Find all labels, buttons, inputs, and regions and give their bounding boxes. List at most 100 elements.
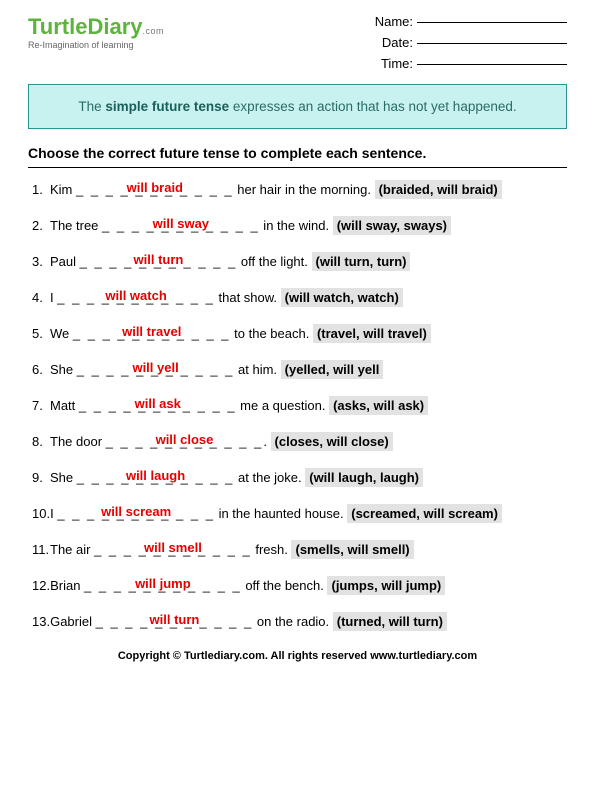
answer-choices: (will turn, turn): [312, 252, 411, 271]
instruction: Choose the correct future tense to compl…: [28, 145, 567, 161]
answer-blank[interactable]: _ _ _ _ _ _ _ _ _ _ _will braid: [76, 182, 234, 197]
question-number: 11.: [32, 542, 50, 557]
answer-blank[interactable]: _ _ _ _ _ _ _ _ _ _ _will yell: [77, 362, 235, 377]
answer-text: will smell: [94, 540, 252, 555]
answer-blank[interactable]: _ _ _ _ _ _ _ _ _ _ _will turn: [96, 614, 254, 629]
question-post-text: in the wind.: [260, 218, 333, 233]
answer-choices: (asks, will ask): [329, 396, 428, 415]
question-post-text: off the bench.: [242, 578, 328, 593]
footer: Copyright © Turtlediary.com. All rights …: [28, 650, 567, 670]
header: TurtleDiary.com Re-Imagination of learni…: [28, 12, 567, 74]
answer-blank[interactable]: _ _ _ _ _ _ _ _ _ _ _will laugh: [77, 470, 235, 485]
answer-text: will watch: [57, 288, 215, 303]
answer-choices: (smells, will smell): [291, 540, 413, 559]
answer-text: will turn: [96, 612, 254, 627]
logo-ext: .com: [143, 26, 165, 36]
answer-blank[interactable]: _ _ _ _ _ _ _ _ _ _ _will travel: [73, 326, 231, 341]
divider: [28, 167, 567, 168]
question-pre-text: The door: [50, 434, 106, 449]
question-number: 2.: [32, 218, 50, 233]
answer-blank[interactable]: _ _ _ _ _ _ _ _ _ _ _will scream: [57, 506, 215, 521]
answer-text: will ask: [79, 396, 237, 411]
question-row: 2. The tree _ _ _ _ _ _ _ _ _ _ _will sw…: [28, 218, 567, 233]
question-pre-text: She: [50, 470, 77, 485]
answer-choices: (yelled, will yell: [281, 360, 384, 379]
question-post-text: off the light.: [237, 254, 311, 269]
question-post-text: .: [263, 434, 270, 449]
answer-blank[interactable]: _ _ _ _ _ _ _ _ _ _ _will turn: [80, 254, 238, 269]
answer-choices: (jumps, will jump): [327, 576, 445, 595]
answer-blank[interactable]: _ _ _ _ _ _ _ _ _ _ _will watch: [57, 290, 215, 305]
question-row: 7. Matt _ _ _ _ _ _ _ _ _ _ _will ask me…: [28, 398, 567, 413]
question-number: 1.: [32, 182, 50, 197]
info-pre: The: [78, 99, 105, 114]
answer-blank[interactable]: _ _ _ _ _ _ _ _ _ _ _will sway: [102, 218, 260, 233]
question-number: 7.: [32, 398, 50, 413]
answer-blank[interactable]: _ _ _ _ _ _ _ _ _ _ _will close: [106, 434, 264, 449]
question-row: 6. She _ _ _ _ _ _ _ _ _ _ _will yell at…: [28, 362, 567, 377]
question-number: 9.: [32, 470, 50, 485]
answer-text: will close: [106, 432, 264, 447]
question-number: 5.: [32, 326, 50, 341]
answer-text: will scream: [57, 504, 215, 519]
question-number: 4.: [32, 290, 50, 305]
question-row: 1. Kim _ _ _ _ _ _ _ _ _ _ _will braid h…: [28, 182, 567, 197]
answer-text: will travel: [73, 324, 231, 339]
answer-blank[interactable]: _ _ _ _ _ _ _ _ _ _ _will smell: [94, 542, 252, 557]
question-number: 10.: [32, 506, 50, 521]
question-post-text: me a question.: [237, 398, 330, 413]
name-input-line[interactable]: [417, 22, 567, 23]
question-pre-text: She: [50, 362, 77, 377]
question-post-text: at the joke.: [234, 470, 305, 485]
question-row: 9. She _ _ _ _ _ _ _ _ _ _ _will laugh a…: [28, 470, 567, 485]
question-pre-text: The tree: [50, 218, 102, 233]
question-pre-text: Matt: [50, 398, 79, 413]
question-number: 13.: [32, 614, 50, 629]
time-input-line[interactable]: [417, 64, 567, 65]
question-pre-text: We: [50, 326, 73, 341]
question-number: 6.: [32, 362, 50, 377]
meta-block: Name: Date: Time:: [375, 12, 567, 74]
name-label: Name:: [375, 14, 413, 29]
question-pre-text: Gabriel: [50, 614, 96, 629]
logo-tagline: Re-Imagination of learning: [28, 40, 164, 50]
answer-choices: (braided, will braid): [375, 180, 502, 199]
logo: TurtleDiary.com Re-Imagination of learni…: [28, 12, 164, 50]
answer-text: will laugh: [77, 468, 235, 483]
answer-text: will yell: [77, 360, 235, 375]
question-post-text: fresh.: [252, 542, 292, 557]
question-row: 10. I _ _ _ _ _ _ _ _ _ _ _will scream i…: [28, 506, 567, 521]
question-pre-text: Kim: [50, 182, 76, 197]
answer-text: will braid: [76, 180, 234, 195]
answer-choices: (screamed, will scream): [347, 504, 502, 523]
answer-choices: (closes, will close): [271, 432, 393, 451]
answer-choices: (will sway, sways): [333, 216, 451, 235]
info-bold: simple future tense: [105, 99, 229, 114]
worksheet-page: TurtleDiary.com Re-Imagination of learni…: [0, 0, 595, 670]
date-input-line[interactable]: [417, 43, 567, 44]
question-row: 4. I _ _ _ _ _ _ _ _ _ _ _will watch tha…: [28, 290, 567, 305]
question-number: 8.: [32, 434, 50, 449]
question-post-text: on the radio.: [253, 614, 333, 629]
answer-blank[interactable]: _ _ _ _ _ _ _ _ _ _ _will ask: [79, 398, 237, 413]
answer-choices: (will watch, watch): [281, 288, 403, 307]
question-row: 8. The door _ _ _ _ _ _ _ _ _ _ _will cl…: [28, 434, 567, 449]
question-pre-text: Paul: [50, 254, 80, 269]
question-row: 12. Brian _ _ _ _ _ _ _ _ _ _ _will jump…: [28, 578, 567, 593]
answer-blank[interactable]: _ _ _ _ _ _ _ _ _ _ _will jump: [84, 578, 242, 593]
question-row: 5. We _ _ _ _ _ _ _ _ _ _ _will travel t…: [28, 326, 567, 341]
question-row: 3. Paul _ _ _ _ _ _ _ _ _ _ _will turn o…: [28, 254, 567, 269]
question-list: 1. Kim _ _ _ _ _ _ _ _ _ _ _will braid h…: [28, 182, 567, 629]
question-post-text: in the haunted house.: [215, 506, 347, 521]
question-number: 3.: [32, 254, 50, 269]
answer-text: will jump: [84, 576, 242, 591]
info-post: expresses an action that has not yet hap…: [229, 99, 516, 114]
question-pre-text: Brian: [50, 578, 84, 593]
question-row: 11. The air _ _ _ _ _ _ _ _ _ _ _will sm…: [28, 542, 567, 557]
info-box: The simple future tense expresses an act…: [28, 84, 567, 129]
question-post-text: her hair in the morning.: [234, 182, 375, 197]
question-post-text: at him.: [234, 362, 280, 377]
question-post-text: that show.: [215, 290, 281, 305]
question-row: 13. Gabriel _ _ _ _ _ _ _ _ _ _ _will tu…: [28, 614, 567, 629]
question-pre-text: The air: [50, 542, 94, 557]
